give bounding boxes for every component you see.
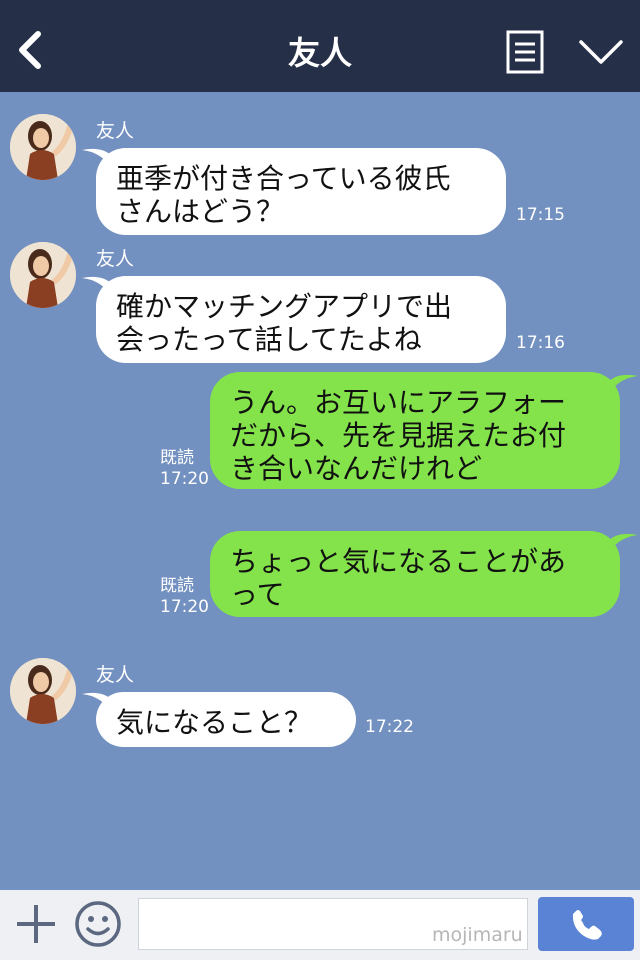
- message-line: って: [230, 578, 285, 611]
- chevron-down-icon[interactable]: [578, 36, 624, 68]
- watermark: mojimaru: [432, 924, 523, 946]
- message-bubble[interactable]: うん。お互いにアラフォー だから、先を見据えたお付 き合いなんだけれど: [210, 372, 620, 489]
- read-receipt: 既読 17:20: [160, 448, 209, 490]
- avatar-image: [10, 114, 76, 180]
- plus-icon[interactable]: [14, 902, 58, 946]
- menu-icon[interactable]: [506, 30, 544, 74]
- message-bubble[interactable]: 亜季が付き合っている彼氏 さんはどう？: [96, 148, 506, 235]
- message-line: だから、先を見据えたお付: [230, 419, 567, 452]
- bubble-tail: [608, 533, 638, 551]
- sender-name: 友人: [96, 664, 135, 686]
- message-line: さんはどう？: [116, 195, 285, 228]
- message-time: 17:15: [516, 205, 565, 225]
- phone-icon: [572, 910, 602, 940]
- read-label: 既読: [160, 448, 194, 468]
- avatar-image: [10, 242, 76, 308]
- avatar-image: [10, 658, 76, 724]
- avatar[interactable]: [10, 242, 76, 308]
- message-line: 会ったって話してたよね: [116, 323, 422, 356]
- read-receipt: 既読 17:20: [160, 576, 209, 618]
- message-line: ちょっと気になることがあ: [230, 545, 567, 578]
- message-time: 17:22: [365, 717, 414, 737]
- message-bubble[interactable]: 確かマッチングアプリで出 会ったって話してたよね: [96, 276, 506, 363]
- message-bubble[interactable]: 気になること？: [96, 692, 356, 747]
- message-line: き合いなんだけれど: [230, 452, 483, 485]
- message-time: 17:20: [160, 597, 209, 617]
- avatar[interactable]: [10, 658, 76, 724]
- message-line: 確かマッチングアプリで出: [116, 290, 453, 323]
- message-line: 気になること？: [116, 706, 313, 739]
- avatar[interactable]: [10, 114, 76, 180]
- message-line: 亜季が付き合っている彼氏: [116, 162, 451, 195]
- smile-icon[interactable]: [74, 900, 122, 948]
- message-bubble[interactable]: ちょっと気になることがあ って: [210, 531, 620, 617]
- sender-name: 友人: [96, 248, 135, 270]
- message-time: 17:16: [516, 333, 565, 353]
- read-label: 既読: [160, 576, 194, 596]
- message-time: 17:20: [160, 469, 209, 489]
- sender-name: 友人: [96, 120, 135, 142]
- message-line: うん。お互いにアラフォー: [230, 386, 567, 419]
- bubble-tail: [608, 374, 638, 392]
- chat-title: 友人: [287, 34, 352, 72]
